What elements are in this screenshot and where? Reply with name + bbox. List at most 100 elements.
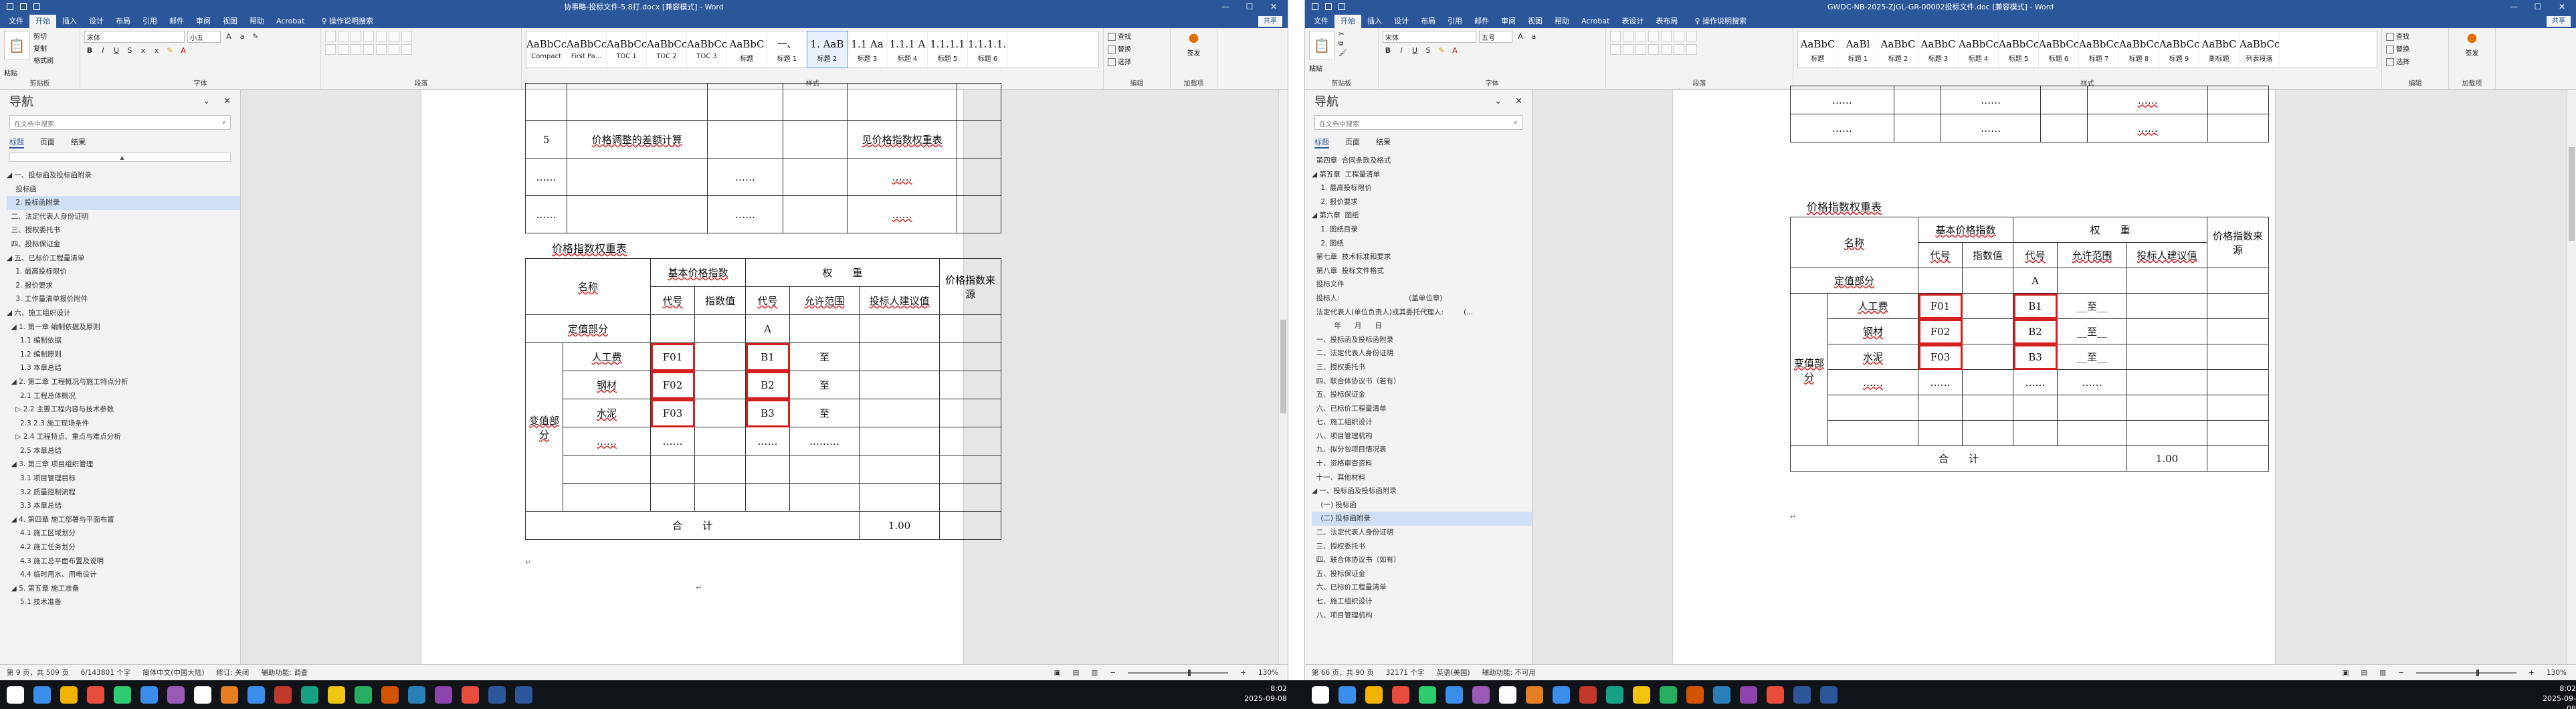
accessibility-status[interactable]: 辅助功能: 调查 bbox=[261, 668, 308, 678]
bullets-icon[interactable] bbox=[325, 31, 336, 41]
nav-scroll-control[interactable]: ▲ bbox=[9, 153, 231, 162]
copy-icon[interactable]: ⧉ bbox=[1339, 40, 1347, 47]
focus-icon[interactable]: ▣ bbox=[2343, 669, 2349, 677]
close-icon[interactable]: ✕ bbox=[2557, 2, 2567, 11]
taskbar-app-icon[interactable] bbox=[515, 686, 532, 704]
taskbar-app-icon[interactable] bbox=[194, 686, 211, 704]
close-icon[interactable]: ✕ bbox=[1269, 2, 1278, 11]
nav-heading-item[interactable]: ◢ 5. 第五章 施工准备 bbox=[7, 582, 240, 596]
tab-design[interactable]: 设计 bbox=[83, 15, 110, 28]
taskbar-app-icon[interactable] bbox=[301, 686, 318, 704]
search-icon[interactable]: ⌕ bbox=[222, 118, 226, 127]
grow-font-icon[interactable]: A bbox=[223, 31, 234, 42]
nav-heading-item[interactable]: 2. 报价要求 bbox=[1312, 195, 1532, 209]
grow-font-icon[interactable]: A bbox=[1515, 31, 1526, 42]
nav-heading-item[interactable]: 4.4 临时用水、用电设计 bbox=[7, 568, 240, 582]
style-subtitle[interactable]: AaBbC 副标题 bbox=[2199, 31, 2240, 68]
taskbar-app-icon[interactable] bbox=[60, 686, 78, 704]
nav-heading-item[interactable]: 2. 投标函附录 bbox=[7, 196, 240, 210]
maximize-icon[interactable]: ☐ bbox=[2533, 2, 2543, 11]
numbering-icon[interactable] bbox=[1623, 31, 1633, 41]
borders-icon[interactable] bbox=[401, 44, 412, 55]
scrollbar-thumb[interactable] bbox=[2569, 146, 2575, 241]
tab-acrobat[interactable]: Acrobat bbox=[1575, 15, 1615, 28]
taskbar-app-icon[interactable] bbox=[1553, 686, 1570, 704]
nav-search-input[interactable]: 在文档中搜索 ⌕ bbox=[1314, 115, 1522, 130]
taskbar-app-icon[interactable] bbox=[435, 686, 452, 704]
style-title[interactable]: AaBbC 标题 bbox=[1798, 31, 1838, 68]
zoom-in-icon[interactable]: + bbox=[1240, 669, 1246, 677]
style-first-paragraph[interactable]: AaBbCcDdFirst Pa... bbox=[567, 31, 607, 68]
justify-icon[interactable] bbox=[1648, 44, 1659, 55]
multilevel-icon[interactable] bbox=[351, 31, 361, 41]
sort-icon[interactable] bbox=[1674, 31, 1684, 41]
nav-heading-item[interactable]: 八、项目管理机构 bbox=[1312, 609, 1532, 623]
taskbar-app-icon[interactable] bbox=[87, 686, 104, 704]
nav-heading-item[interactable]: 2.1 工程总体概况 bbox=[7, 389, 240, 403]
close-icon[interactable]: ✕ bbox=[223, 96, 231, 106]
tab-mailings[interactable]: 邮件 bbox=[1468, 15, 1495, 28]
zoom-out-icon[interactable]: − bbox=[2398, 669, 2404, 677]
taskbar-app-icon[interactable] bbox=[1499, 686, 1516, 704]
tab-table-design[interactable]: 表设计 bbox=[1615, 15, 1650, 28]
tab-review[interactable]: 审阅 bbox=[1495, 15, 1522, 28]
nav-heading-item[interactable]: (二) 投标函附录 bbox=[1312, 512, 1532, 526]
format-painter-icon[interactable]: 🖌 bbox=[1339, 49, 1347, 57]
tab-references[interactable]: 引用 bbox=[136, 15, 163, 28]
taskbar-app-icon[interactable] bbox=[1767, 686, 1784, 704]
nav-tab-results[interactable]: 结果 bbox=[1376, 136, 1391, 148]
nav-search-input[interactable]: 在文档中搜索 ⌕ bbox=[9, 115, 231, 130]
zoom-in-icon[interactable]: + bbox=[2529, 669, 2535, 677]
style-heading-5[interactable]: 1.1.1.1 标题 5 bbox=[928, 31, 968, 68]
taskbar-app-icon[interactable] bbox=[167, 686, 185, 704]
nav-heading-item[interactable]: ◢ 六、施工组织设计 bbox=[7, 306, 240, 320]
nav-heading-item[interactable]: 年 月 日 bbox=[1312, 319, 1532, 333]
page-count[interactable]: 第 66 页，共 90 页 bbox=[1312, 668, 1374, 678]
nav-heading-item[interactable]: ◢ 一、投标函及投标函附录 bbox=[7, 169, 240, 183]
font-color-icon[interactable]: A bbox=[1450, 45, 1460, 56]
tab-help[interactable]: 帮助 bbox=[243, 15, 270, 28]
nav-heading-item[interactable]: ▷ 2.2 主要工程内容与技术参数 bbox=[7, 403, 240, 417]
taskbar-app-icon[interactable] bbox=[1606, 686, 1623, 704]
zoom-slider[interactable] bbox=[2416, 669, 2517, 676]
nav-heading-item[interactable]: 九、拟分包项目情况表 bbox=[1312, 443, 1532, 457]
nav-heading-item[interactable]: 法定代表人(单位负责人)或其委托代理人: (... bbox=[1312, 306, 1532, 320]
page-count[interactable]: 第 9 页，共 509 页 bbox=[7, 668, 69, 678]
paste-button[interactable]: 📋 bbox=[4, 31, 29, 60]
taskbar-app-icon[interactable] bbox=[1472, 686, 1490, 704]
nav-heading-item[interactable]: 2.3 2.3 施工现场条件 bbox=[7, 417, 240, 431]
taskbar-app-icon[interactable] bbox=[1660, 686, 1677, 704]
shrink-font-icon[interactable]: a bbox=[1528, 31, 1539, 42]
clear-format-icon[interactable]: ✎ bbox=[250, 31, 261, 42]
nav-heading-item[interactable]: 二、法定代表人身份证明 bbox=[1312, 526, 1532, 540]
nav-heading-item[interactable]: 第八章 投标文件格式 bbox=[1312, 264, 1532, 278]
nav-heading-item[interactable]: 投标文件 bbox=[1312, 278, 1532, 292]
paste-button[interactable]: 📋 bbox=[1309, 31, 1334, 60]
nav-heading-item[interactable]: 1.2 编制原则 bbox=[7, 348, 240, 362]
copy-button[interactable]: 复制 bbox=[33, 43, 54, 53]
taskbar-app-icon[interactable] bbox=[355, 686, 372, 704]
font-color-icon[interactable]: A bbox=[178, 45, 189, 56]
taskbar-app-icon[interactable] bbox=[1339, 686, 1356, 704]
decrease-indent-icon[interactable] bbox=[363, 31, 374, 41]
tab-insert[interactable]: 插入 bbox=[1361, 15, 1388, 28]
tab-table-layout[interactable]: 表布局 bbox=[1650, 15, 1684, 28]
highlight-icon[interactable]: ✎ bbox=[165, 45, 175, 56]
decrease-indent-icon[interactable] bbox=[1648, 31, 1659, 41]
nav-heading-item[interactable]: ◢ 2. 第二章 工程概况与施工特点分析 bbox=[7, 375, 240, 389]
nav-heading-item[interactable]: 十一、其他材料 bbox=[1312, 471, 1532, 485]
sign-icon[interactable]: ● bbox=[1189, 31, 1199, 45]
tab-home[interactable]: 开始 bbox=[29, 15, 56, 28]
share-button[interactable]: 共享 bbox=[2547, 16, 2571, 27]
style-toc-2[interactable]: AaBbCcDcTOC 2 bbox=[647, 31, 687, 68]
line-spacing-icon[interactable] bbox=[376, 44, 387, 55]
accessibility-status[interactable]: 辅助功能: 不可用 bbox=[1482, 668, 1536, 678]
taskbar-app-icon[interactable] bbox=[1419, 686, 1436, 704]
share-button[interactable]: 共享 bbox=[1258, 16, 1282, 27]
taskbar-app-icon[interactable] bbox=[1820, 686, 1838, 704]
web-layout-icon[interactable]: ▥ bbox=[2379, 669, 2386, 677]
tab-references[interactable]: 引用 bbox=[1442, 15, 1468, 28]
underline-icon[interactable]: U bbox=[111, 45, 122, 56]
windows-start-icon[interactable] bbox=[7, 686, 24, 704]
taskbar-app-icon[interactable] bbox=[274, 686, 292, 704]
